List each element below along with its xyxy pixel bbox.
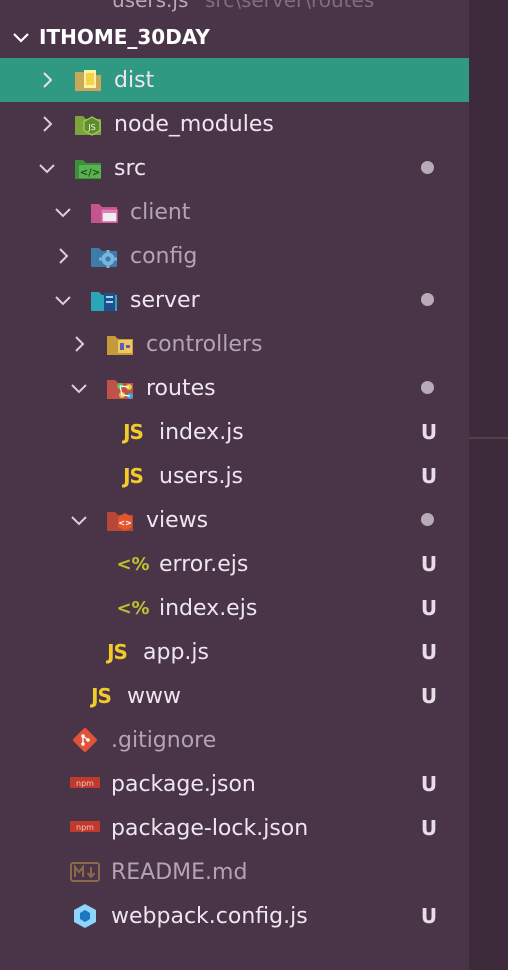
tree-item-error-ejs[interactable]: <% error.ejs bbox=[0, 542, 469, 586]
tree-item-label: server bbox=[130, 287, 200, 313]
tree-item-label: routes bbox=[146, 375, 216, 401]
open-editor-filename: users.js bbox=[112, 0, 189, 12]
javascript-icon: JS bbox=[91, 684, 112, 708]
tree-item-label: app.js bbox=[143, 639, 209, 665]
modified-dot bbox=[421, 161, 434, 174]
tree-item-www[interactable]: JS www bbox=[0, 674, 469, 718]
javascript-icon: JS bbox=[123, 420, 144, 444]
folder-node-icon: JS bbox=[72, 110, 104, 138]
chevron-down-icon bbox=[13, 33, 29, 43]
svg-text:npm: npm bbox=[76, 779, 94, 788]
svg-text:<>: <> bbox=[118, 519, 131, 528]
tree-item-index-js[interactable]: JS index.js bbox=[0, 410, 469, 454]
chevron-down-icon bbox=[71, 384, 87, 394]
tree-item-label: client bbox=[130, 199, 191, 225]
tree-item-readme-md[interactable]: README.md bbox=[0, 850, 469, 894]
open-editor-path: src\server\routes bbox=[205, 0, 375, 12]
chevron-down-icon bbox=[55, 208, 71, 218]
editor-divider bbox=[469, 437, 508, 439]
workspace-title: ITHOME_30DAY bbox=[39, 25, 210, 49]
chevron-right-icon bbox=[43, 72, 53, 88]
open-editor-item[interactable]: users.js src\server\routes bbox=[0, 0, 469, 14]
editor-area bbox=[469, 0, 508, 970]
git-icon bbox=[69, 726, 101, 754]
markdown-icon bbox=[69, 858, 101, 886]
tree-item-label: index.js bbox=[159, 419, 244, 445]
tree-item-label: controllers bbox=[146, 331, 263, 357]
git-status-untracked: U bbox=[420, 420, 438, 444]
git-status-untracked: U bbox=[420, 640, 438, 664]
git-status-untracked: U bbox=[420, 684, 438, 708]
tree-item-controllers[interactable]: controllers bbox=[0, 322, 469, 366]
explorer-panel: users.js src\server\routes ITHOME_30DAY … bbox=[0, 0, 469, 970]
folder-controllers-icon bbox=[104, 330, 136, 358]
tree-item-dist[interactable]: dist bbox=[0, 58, 469, 102]
javascript-icon: JS bbox=[107, 640, 128, 664]
tree-item-label: views bbox=[146, 507, 209, 533]
chevron-down-icon bbox=[55, 296, 71, 306]
tree-item-package-lock-json[interactable]: npm package-lock.json bbox=[0, 806, 469, 850]
tree-item-views[interactable]: <> views bbox=[0, 498, 469, 542]
git-status-untracked: U bbox=[420, 464, 438, 488]
tree-item-index-ejs[interactable]: <% index.ejs bbox=[0, 586, 469, 630]
svg-text:npm: npm bbox=[76, 823, 94, 832]
tree-item-webpack-config-js[interactable]: webpack.config.js bbox=[0, 894, 469, 938]
folder-routes-icon bbox=[104, 374, 136, 402]
tree-item-app-js[interactable]: JS app.js bbox=[0, 630, 469, 674]
folder-views-icon: <> bbox=[104, 506, 136, 534]
modified-dot bbox=[421, 513, 434, 526]
folder-server-icon bbox=[88, 286, 120, 314]
folder-dist-icon bbox=[72, 66, 104, 94]
chevron-right-icon bbox=[43, 116, 53, 132]
tree-item-label: index.ejs bbox=[159, 595, 258, 621]
tree-item-label: src bbox=[114, 155, 147, 181]
svg-text:</>: </> bbox=[80, 168, 100, 179]
tree-item-label: www bbox=[127, 683, 181, 709]
chevron-right-icon bbox=[75, 336, 85, 352]
git-status-untracked: U bbox=[420, 772, 438, 796]
tree-item-config[interactable]: config bbox=[0, 234, 469, 278]
ejs-template-icon: <% bbox=[116, 597, 150, 619]
folder-config-icon bbox=[88, 242, 120, 270]
tree-item-label: node_modules bbox=[114, 111, 274, 137]
git-status-untracked: U bbox=[420, 596, 438, 620]
npm-icon: npm bbox=[69, 770, 101, 798]
ejs-template-icon: <% bbox=[116, 553, 150, 575]
git-status-untracked: U bbox=[420, 552, 438, 576]
workspace-section-header[interactable]: ITHOME_30DAY bbox=[0, 22, 469, 52]
tree-item-label: README.md bbox=[111, 859, 248, 885]
chevron-down-icon bbox=[71, 516, 87, 526]
tree-item-label: error.ejs bbox=[159, 551, 249, 577]
chevron-right-icon bbox=[59, 248, 69, 264]
folder-src-icon: </> bbox=[72, 154, 104, 182]
webpack-icon bbox=[69, 902, 101, 930]
tree-item-node-modules[interactable]: JS node_modules bbox=[0, 102, 469, 146]
tree-item-label: users.js bbox=[159, 463, 244, 489]
tree-item-client[interactable]: client bbox=[0, 190, 469, 234]
tree-item-gitignore[interactable]: .gitignore bbox=[0, 718, 469, 762]
modified-dot bbox=[421, 381, 434, 394]
tree-item-users-js[interactable]: JS users.js bbox=[0, 454, 469, 498]
git-status-untracked: U bbox=[420, 816, 438, 840]
tree-item-src[interactable]: </> src bbox=[0, 146, 469, 190]
tree-item-server[interactable]: server bbox=[0, 278, 469, 322]
npm-icon: npm bbox=[69, 814, 101, 842]
git-status-untracked: U bbox=[420, 904, 438, 928]
tree-item-label: .gitignore bbox=[111, 727, 217, 753]
chevron-down-icon bbox=[39, 164, 55, 174]
tree-item-routes[interactable]: routes bbox=[0, 366, 469, 410]
tree-item-label: dist bbox=[114, 67, 155, 93]
javascript-icon: JS bbox=[123, 464, 144, 488]
tree-item-label: package-lock.json bbox=[111, 815, 309, 841]
tree-item-label: package.json bbox=[111, 771, 256, 797]
modified-dot bbox=[421, 293, 434, 306]
folder-client-icon bbox=[88, 198, 120, 226]
tree-item-label: webpack.config.js bbox=[111, 903, 308, 929]
tree-item-package-json[interactable]: npm package.json bbox=[0, 762, 469, 806]
tree-item-label: config bbox=[130, 243, 198, 269]
svg-text:JS: JS bbox=[87, 123, 95, 132]
